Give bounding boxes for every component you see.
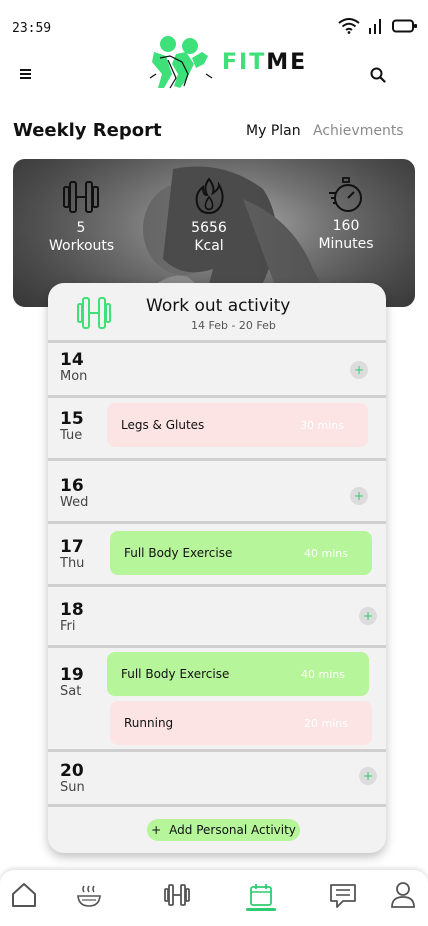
stat-minutes: 160 Minutes xyxy=(313,177,379,253)
status-icons xyxy=(338,18,418,34)
day-thu: 17 Thu xyxy=(60,538,84,572)
workout-activity-card: Work out activity 14 Feb - 20 Feb 14 Mon… xyxy=(48,283,386,853)
brand-fit: FIT xyxy=(222,49,267,75)
add-activity-sun-button[interactable]: + xyxy=(359,767,377,785)
bottom-nav xyxy=(0,870,428,926)
day-sun: 20 Sun xyxy=(60,762,85,796)
calendar-icon[interactable] xyxy=(246,880,276,910)
add-activity-fri-button[interactable]: + xyxy=(359,607,377,625)
day-weekday: Sat xyxy=(60,684,82,699)
day-weekday: Mon xyxy=(60,369,88,384)
day-weekday: Tue xyxy=(60,428,83,443)
activity-entry-name: Full Body Exercise xyxy=(121,667,230,681)
chat-icon[interactable] xyxy=(328,880,358,910)
day-weekday: Thu xyxy=(60,556,85,571)
stat-kcal-label: Kcal xyxy=(194,238,224,254)
plus-icon: + xyxy=(151,823,162,837)
active-tab-indicator xyxy=(246,908,276,911)
brand-me: ME xyxy=(266,49,308,75)
activity-entry-name: Full Body Exercise xyxy=(124,546,233,560)
activity-entry-name: Legs & Glutes xyxy=(121,418,205,432)
status-time: 23:59 xyxy=(12,21,52,36)
activity-title: Work out activity xyxy=(146,296,291,316)
menu-icon[interactable] xyxy=(18,64,36,84)
stat-minutes-value: 160 xyxy=(332,218,360,234)
dumbbell-icon xyxy=(77,297,111,329)
add-personal-activity-button[interactable]: + Add Personal Activity xyxy=(147,819,300,841)
divider xyxy=(48,340,386,343)
dumbbell-icon[interactable] xyxy=(162,880,192,910)
activity-entry-running[interactable]: Running 20 mins xyxy=(110,701,372,745)
activity-entry-full-body-thu[interactable]: Full Body Exercise 40 mins xyxy=(110,531,372,575)
wifi-icon xyxy=(338,18,360,34)
search-icon[interactable] xyxy=(369,66,387,84)
divider xyxy=(48,458,386,461)
add-activity-wed-button[interactable]: + xyxy=(350,487,368,505)
day-mon: 14 Mon xyxy=(60,351,87,385)
tab-achievements[interactable]: Achievments xyxy=(313,123,404,139)
divider xyxy=(48,395,386,398)
day-weekday: Sun xyxy=(60,780,85,795)
signal-icon xyxy=(369,19,381,34)
day-date: 19 xyxy=(60,665,84,685)
day-date: 14 xyxy=(60,350,84,370)
stat-kcal-value: 5656 xyxy=(191,220,227,236)
page-title: Weekly Report xyxy=(13,120,162,141)
stat-workouts-value: 5 xyxy=(76,220,86,236)
add-personal-activity-label: Add Personal Activity xyxy=(169,823,296,837)
divider xyxy=(48,749,386,752)
divider xyxy=(48,645,386,648)
brand-logo: FITME xyxy=(146,34,307,90)
divider xyxy=(48,521,386,524)
day-date: 17 xyxy=(60,537,84,557)
add-activity-mon-button[interactable]: + xyxy=(350,361,368,379)
stat-workouts-label: Workouts xyxy=(49,238,115,254)
day-date: 15 xyxy=(60,409,84,429)
brand-name: FITME xyxy=(222,50,307,75)
flame-icon xyxy=(195,177,224,215)
activity-entry-name: Running xyxy=(124,716,174,730)
day-wed: 16 Wed xyxy=(60,477,88,511)
athlete-logo-icon xyxy=(149,36,213,89)
divider xyxy=(48,584,386,587)
day-date: 16 xyxy=(60,476,84,496)
battery-icon xyxy=(392,19,417,33)
activity-entry-duration: 40 mins xyxy=(304,546,348,560)
activity-entry-full-body-sat[interactable]: Full Body Exercise 40 mins xyxy=(107,652,369,696)
stopwatch-icon xyxy=(329,177,362,212)
activity-entry-duration: 40 mins xyxy=(301,667,345,681)
food-bowl-icon[interactable] xyxy=(74,880,104,910)
dumbbell-icon xyxy=(63,181,99,213)
day-sat: 19 Sat xyxy=(60,666,84,700)
stat-kcal: 5656 Kcal xyxy=(177,177,241,255)
day-weekday: Fri xyxy=(60,619,76,634)
activity-entry-duration: 20 mins xyxy=(304,716,348,730)
stat-workouts: 5 Workouts xyxy=(49,179,115,255)
profile-icon[interactable] xyxy=(388,880,418,910)
day-date: 18 xyxy=(60,600,84,620)
day-weekday: Wed xyxy=(60,495,89,510)
activity-entry-legs-glutes[interactable]: Legs & Glutes 30 mins xyxy=(107,403,368,447)
day-tue: 15 Tue xyxy=(60,410,84,444)
tab-my-plan[interactable]: My Plan xyxy=(246,123,301,139)
day-fri: 18 Fri xyxy=(60,601,84,635)
divider xyxy=(48,804,386,807)
day-date: 20 xyxy=(60,761,84,781)
home-icon[interactable] xyxy=(9,880,39,910)
stat-minutes-label: Minutes xyxy=(318,236,374,252)
activity-entry-duration: 30 mins xyxy=(300,418,344,432)
activity-date-range: 14 Feb - 20 Feb xyxy=(191,319,276,332)
